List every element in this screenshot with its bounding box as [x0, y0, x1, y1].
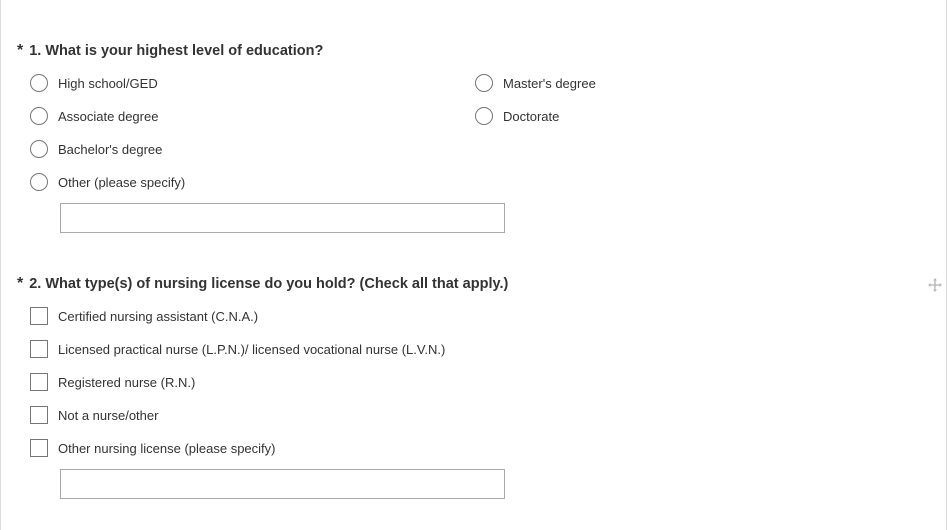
q2-option-other-license[interactable]: Other nursing license (please specify) — [30, 437, 276, 459]
checkbox[interactable] — [30, 439, 48, 457]
question-2-text: 2. What type(s) of nursing license do yo… — [29, 276, 509, 292]
q1-option-master[interactable]: Master's degree — [475, 72, 596, 94]
q1-option-associate[interactable]: Associate degree — [30, 105, 158, 127]
option-label: Associate degree — [58, 108, 159, 124]
radio-button[interactable] — [30, 74, 48, 92]
q1-option-other[interactable]: Other (please specify) — [30, 171, 185, 193]
option-label: Master's degree — [503, 75, 596, 91]
q1-option-bachelor[interactable]: Bachelor's degree — [30, 138, 162, 160]
radio-button[interactable] — [30, 140, 48, 158]
option-label: Registered nurse (R.N.) — [58, 374, 196, 390]
q1-other-specify-input[interactable] — [60, 203, 505, 233]
q1-option-high-school[interactable]: High school/GED — [30, 72, 158, 94]
required-marker: * — [17, 275, 24, 292]
question-1-text: 1. What is your highest level of educati… — [29, 43, 324, 59]
option-label: Bachelor's degree — [58, 141, 163, 157]
question-2-title: * 2. What type(s) of nursing license do … — [17, 275, 508, 293]
checkbox[interactable] — [30, 406, 48, 424]
q2-other-specify-input[interactable] — [60, 469, 505, 499]
q2-option-not-nurse[interactable]: Not a nurse/other — [30, 404, 158, 426]
option-label: Other (please specify) — [58, 174, 186, 190]
option-label: Other nursing license (please specify) — [58, 440, 276, 456]
option-label: Licensed practical nurse (L.P.N.)/ licen… — [58, 341, 446, 357]
q2-option-cna[interactable]: Certified nursing assistant (C.N.A.) — [30, 305, 258, 327]
radio-button[interactable] — [30, 107, 48, 125]
checkbox[interactable] — [30, 340, 48, 358]
option-label: Certified nursing assistant (C.N.A.) — [58, 308, 259, 324]
radio-button[interactable] — [30, 173, 48, 191]
option-label: Doctorate — [503, 108, 560, 124]
q1-option-doctorate[interactable]: Doctorate — [475, 105, 559, 127]
question-1-title: * 1. What is your highest level of educa… — [17, 42, 323, 60]
radio-button[interactable] — [475, 107, 493, 125]
q2-option-rn[interactable]: Registered nurse (R.N.) — [30, 371, 195, 393]
checkbox[interactable] — [30, 373, 48, 391]
radio-button[interactable] — [475, 74, 493, 92]
move-icon[interactable] — [928, 278, 942, 292]
q2-option-lpn-lvn[interactable]: Licensed practical nurse (L.P.N.)/ licen… — [30, 338, 445, 360]
required-marker: * — [17, 42, 24, 59]
option-label: Not a nurse/other — [58, 407, 159, 423]
option-label: High school/GED — [58, 75, 158, 91]
checkbox[interactable] — [30, 307, 48, 325]
